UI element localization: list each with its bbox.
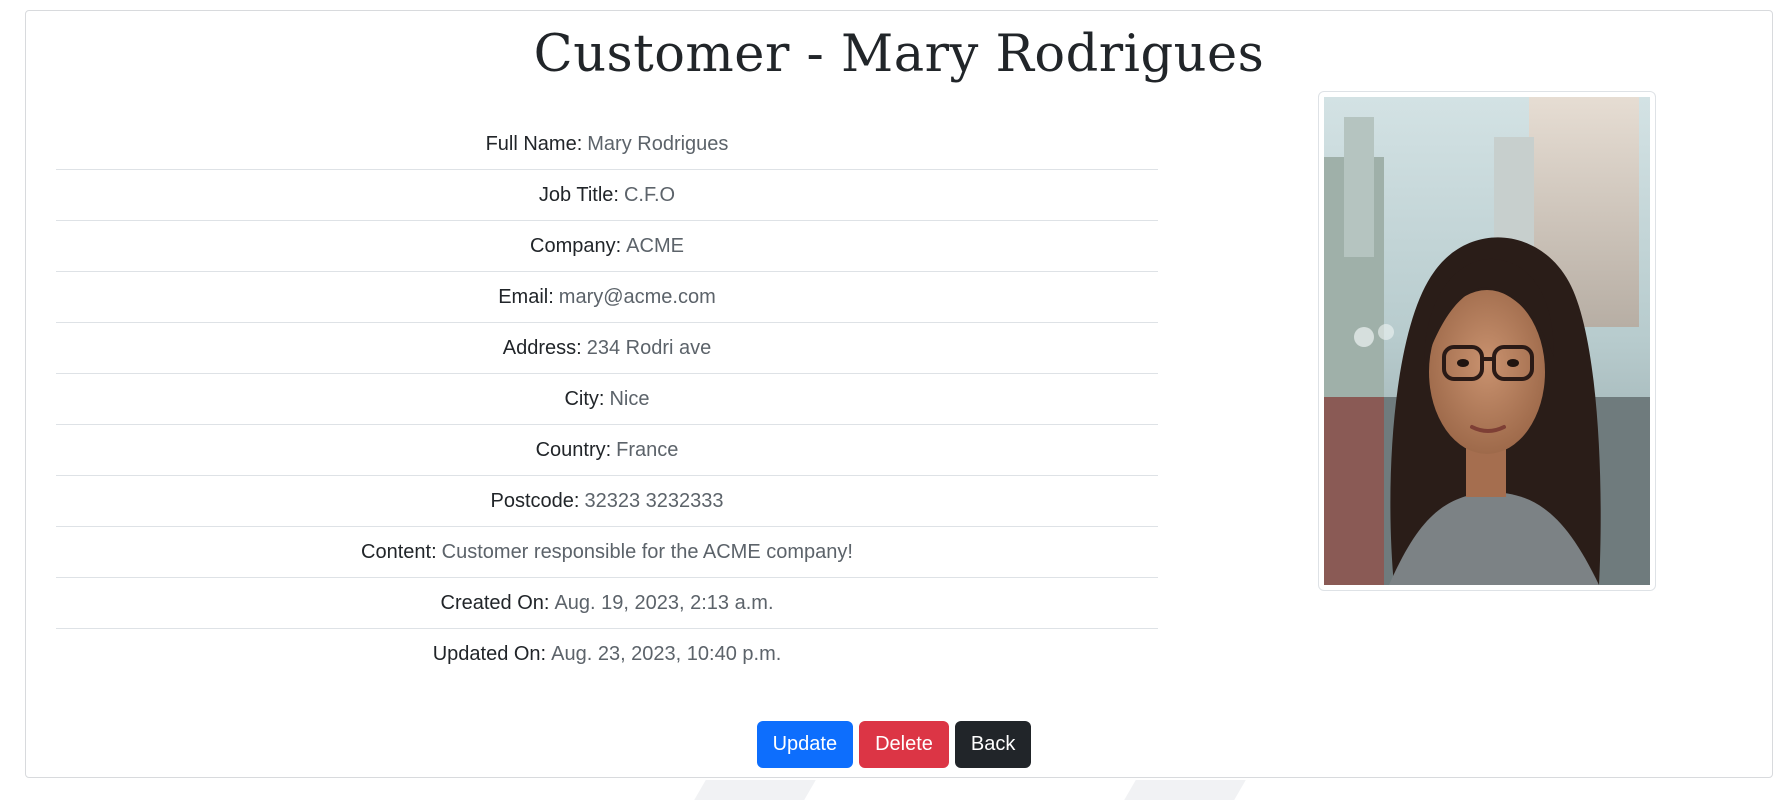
detail-value: 32323 3232333: [584, 489, 724, 512]
detail-value: mary@acme.com: [558, 285, 716, 308]
detail-label: Company:: [530, 234, 622, 257]
detail-label: Updated On:: [432, 643, 547, 665]
background-shape: [1124, 780, 1246, 800]
detail-value: Nice: [609, 387, 650, 410]
detail-label: Content:: [361, 540, 437, 563]
update-button[interactable]: Update: [756, 721, 854, 768]
customer-photo: [1324, 97, 1650, 585]
customer-details-list: Full Name: Mary Rodrigues Job Title: C.F…: [56, 119, 1158, 680]
background-shape: [694, 780, 816, 800]
customer-card: Customer - Mary Rodrigues Full Name: Mar…: [25, 10, 1773, 778]
detail-value: France: [616, 438, 679, 461]
detail-value: 234 Rodri ave: [586, 336, 712, 359]
detail-row-city: City: Nice: [56, 374, 1158, 425]
detail-row-email: Email: mary@acme.com: [56, 272, 1158, 323]
portrait-illustration: [1324, 97, 1650, 585]
detail-row-created-on: Created On: Aug. 19, 2023, 2:13 a.m.: [56, 578, 1158, 629]
detail-value: Aug. 23, 2023, 10:40 p.m.: [551, 643, 782, 665]
detail-value: C.F.O: [623, 183, 676, 206]
detail-label: Created On:: [440, 591, 550, 614]
detail-value: Mary Rodrigues: [587, 132, 729, 155]
detail-label: City:: [564, 387, 605, 410]
detail-row-address: Address: 234 Rodri ave: [56, 323, 1158, 374]
detail-row-full-name: Full Name: Mary Rodrigues: [56, 119, 1158, 170]
detail-label: Postcode:: [490, 489, 580, 512]
detail-value: Aug. 19, 2023, 2:13 a.m.: [554, 591, 774, 614]
detail-row-company: Company: ACME: [56, 221, 1158, 272]
detail-row-postcode: Postcode: 32323 3232333: [56, 476, 1158, 527]
back-button[interactable]: Back: [954, 721, 1032, 768]
detail-label: Job Title:: [538, 183, 619, 206]
detail-label: Address:: [502, 336, 582, 359]
customer-photo-frame: [1318, 91, 1656, 591]
detail-row-content: Content: Customer responsible for the AC…: [56, 527, 1158, 578]
detail-row-job-title: Job Title: C.F.O: [56, 170, 1158, 221]
action-buttons: Update Delete Back: [26, 721, 1772, 768]
detail-label: Country:: [535, 438, 612, 461]
detail-label: Full Name:: [485, 132, 583, 155]
detail-label: Email:: [498, 285, 554, 308]
detail-value: Customer responsible for the ACME compan…: [441, 540, 853, 563]
delete-button[interactable]: Delete: [859, 721, 949, 768]
page-title: Customer - Mary Rodrigues: [533, 25, 1265, 84]
detail-row-country: Country: France: [56, 425, 1158, 476]
detail-value: ACME: [626, 234, 684, 257]
detail-row-updated-on: Updated On: Aug. 23, 2023, 10:40 p.m.: [56, 629, 1158, 680]
